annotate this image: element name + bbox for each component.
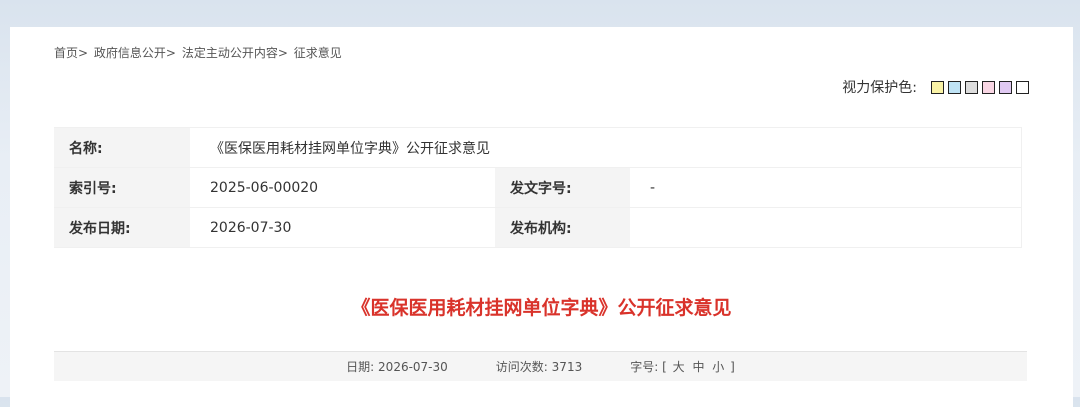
eye-protection-label: 视力保护色: xyxy=(842,80,917,96)
font-size-control: 字号: [ 大 中 小 ] xyxy=(630,358,735,375)
swatch-purple[interactable] xyxy=(999,80,1012,94)
org-label: 发布机构: xyxy=(495,207,630,248)
publish-date-value: 2026-07-30 xyxy=(378,360,448,374)
name-value: 《医保医用耗材挂网单位字典》公开征求意见 xyxy=(190,127,1022,168)
eye-protection-color-picker: 视力保护色: xyxy=(842,77,1029,97)
font-size-medium-button[interactable]: 中 xyxy=(692,360,704,374)
visit-count: 访问次数: 3713 xyxy=(496,358,582,375)
visit-count-value: 3713 xyxy=(551,360,583,374)
date-label: 发布日期: xyxy=(54,207,190,248)
table-row: 名称: 《医保医用耗材挂网单位字典》公开征求意见 xyxy=(54,127,1022,168)
docno-label: 发文字号: xyxy=(495,167,630,208)
index-value: 2025-06-00020 xyxy=(190,167,495,208)
bracket-close: ] xyxy=(730,360,735,374)
publish-date: 日期: 2026-07-30 xyxy=(346,358,448,375)
visit-count-label: 访问次数: xyxy=(495,360,548,374)
swatch-pink[interactable] xyxy=(982,80,995,94)
docno-value: - xyxy=(630,167,1022,208)
index-label: 索引号: xyxy=(54,167,190,208)
breadcrumb-separator: > xyxy=(78,46,89,60)
breadcrumb-gov-info[interactable]: 政府信息公开 xyxy=(94,46,166,60)
font-size-label: 字号: xyxy=(630,360,659,374)
breadcrumb-separator: > xyxy=(277,46,288,60)
date-value: 2026-07-30 xyxy=(190,207,495,248)
article-title: 《医保医用耗材挂网单位字典》公开征求意见 xyxy=(351,297,732,319)
breadcrumb-statutory-content[interactable]: 法定主动公开内容 xyxy=(182,46,278,60)
publish-date-label: 日期: xyxy=(346,360,375,374)
breadcrumb: 首页> 政府信息公开> 法定主动公开内容> 征求意见 xyxy=(54,44,342,61)
breadcrumb-home[interactable]: 首页 xyxy=(54,46,78,60)
org-value xyxy=(630,207,1022,248)
content-panel: 首页> 政府信息公开> 法定主动公开内容> 征求意见 视力保护色: 名称: 《医… xyxy=(10,27,1073,407)
table-row: 索引号: 2025-06-00020 发文字号: - xyxy=(54,167,1022,208)
breadcrumb-separator: > xyxy=(165,46,176,60)
name-label: 名称: xyxy=(54,127,190,168)
swatch-white[interactable] xyxy=(1016,80,1029,94)
swatch-blue[interactable] xyxy=(948,80,961,94)
document-meta-table: 名称: 《医保医用耗材挂网单位字典》公开征求意见 索引号: 2025-06-00… xyxy=(54,127,1022,248)
table-row: 发布日期: 2026-07-30 发布机构: xyxy=(54,207,1022,248)
article-info-bar: 日期: 2026-07-30 访问次数: 3713 字号: [ 大 中 小 ] xyxy=(54,351,1027,381)
font-size-large-button[interactable]: 大 xyxy=(673,360,685,374)
font-size-small-button[interactable]: 小 xyxy=(712,360,724,374)
bracket-open: [ xyxy=(662,360,667,374)
swatch-gray[interactable] xyxy=(965,80,978,94)
breadcrumb-consultation[interactable]: 征求意见 xyxy=(294,46,342,60)
swatch-yellow[interactable] xyxy=(931,80,944,94)
